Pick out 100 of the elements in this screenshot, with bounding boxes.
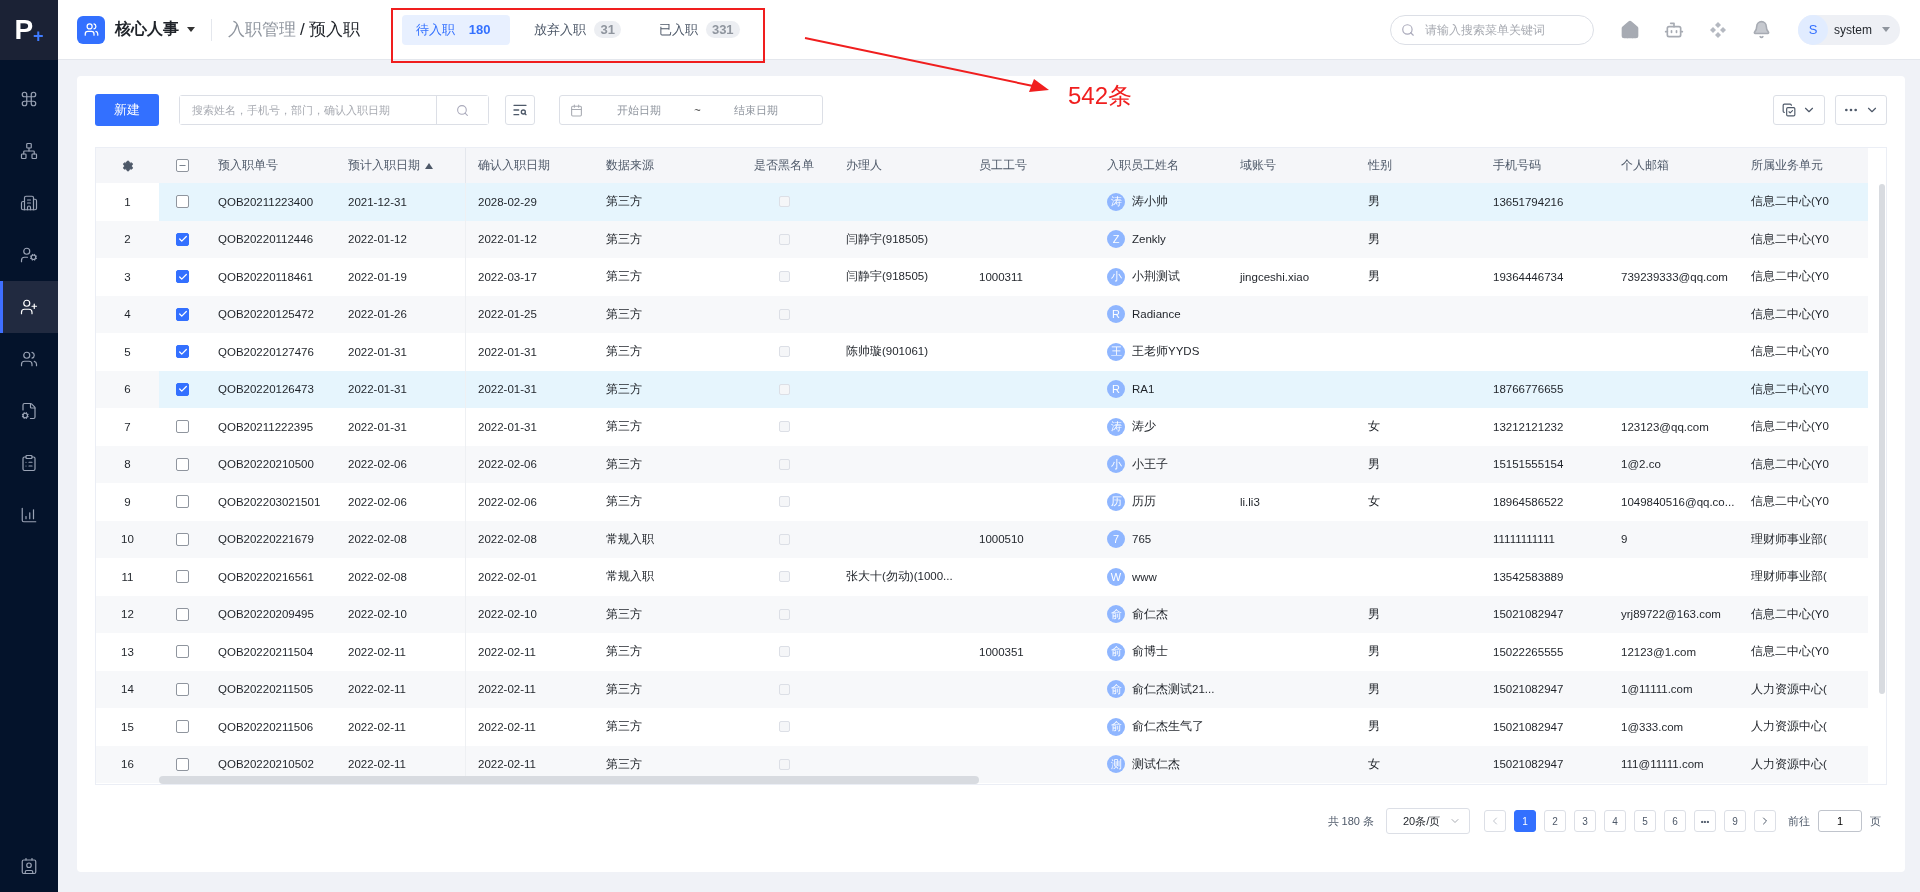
settings-icon[interactable] <box>121 159 134 172</box>
row-checkbox[interactable] <box>176 495 189 509</box>
start-date-placeholder: 开始日期 <box>615 102 662 118</box>
column-header[interactable]: 是否黑名单 <box>734 148 834 183</box>
table-row[interactable]: 4 QOB20220125472 2022-01-26 2022-01-25 第三方 R Radiance 信息二中心(Y0 <box>96 295 1868 333</box>
table-row[interactable]: 6 QOB20220126473 2022-01-31 2022-01-31 第三方 R RA1 18766776655 信息二中心(Y0 <box>96 370 1868 408</box>
app-icon[interactable] <box>77 15 105 44</box>
page-button[interactable]: 9 <box>1724 810 1746 832</box>
page-button[interactable]: 1 <box>1514 810 1536 832</box>
table-cell: 739239333@qq.com <box>1621 270 1728 283</box>
bell-icon[interactable] <box>1752 20 1772 39</box>
row-checkbox[interactable] <box>176 382 189 396</box>
page-button[interactable]: 6 <box>1664 810 1686 832</box>
goto-page-field[interactable]: 1 <box>1818 810 1862 832</box>
page-button[interactable]: 4 <box>1604 810 1626 832</box>
table-cell: 1@11111.com <box>1621 683 1693 696</box>
row-checkbox[interactable] <box>176 270 189 284</box>
table-cell: 9 <box>1621 533 1628 546</box>
table-cell: 第三方 <box>606 756 642 772</box>
page-button[interactable]: 3 <box>1574 810 1596 832</box>
date-range-field[interactable]: 开始日期 ~ 结束日期 <box>559 95 823 125</box>
avatar: W <box>1107 567 1125 586</box>
table-row[interactable]: 1 QOB20211223400 2021-12-31 2028-02-29 第三方 涛 涛小帅 男 13651794216 信息二中心(Y0 <box>96 183 1868 221</box>
column-header[interactable]: 办理人 <box>834 148 967 183</box>
column-header[interactable]: 手机号码 <box>1481 148 1609 183</box>
sidebar-item[interactable] <box>0 281 58 333</box>
row-checkbox[interactable] <box>176 682 189 696</box>
filter-button[interactable] <box>505 95 535 125</box>
table-cell: www <box>1132 570 1157 583</box>
table-cell: 2022-01-31 <box>348 420 407 433</box>
row-checkbox[interactable] <box>176 345 189 359</box>
menu-search-input[interactable]: 请输入搜索菜单关键词 <box>1423 21 1583 38</box>
column-header[interactable]: 数据来源 <box>594 148 734 183</box>
column-header[interactable]: 员工工号 <box>967 148 1095 183</box>
status-tab[interactable]: 放弃入职 31 <box>520 14 635 45</box>
table-cell: 第三方 <box>606 269 642 285</box>
caret-icon[interactable] <box>187 27 195 32</box>
row-checkbox[interactable] <box>176 195 189 209</box>
row-checkbox[interactable] <box>176 607 189 621</box>
table-cell: 男 <box>1368 644 1380 660</box>
table-row[interactable]: 10 QOB20220221679 2022-02-08 2022-02-08 常规入职 1000510 7 765 11111111111 9 理财师事业部( <box>96 520 1868 558</box>
tab-count: 31 <box>594 21 621 38</box>
page-size-select[interactable]: 20条/页 <box>1386 808 1470 834</box>
table-row[interactable]: 14 QOB20220211505 2022-02-11 2022-02-11 第三方 俞 俞仁杰测试21... 男 15021082947 1@11111.com 人力资源中心( <box>96 670 1868 708</box>
table-cell: 1@2.co <box>1621 458 1661 471</box>
column-header[interactable]: 域账号 <box>1228 148 1356 183</box>
screen-user-icon[interactable] <box>20 857 38 875</box>
avatar: 小 <box>1107 267 1125 286</box>
status-tab[interactable]: 待入职 180 <box>401 14 511 45</box>
next-page-button[interactable] <box>1754 810 1776 832</box>
page-button[interactable]: 2 <box>1544 810 1566 832</box>
row-checkbox[interactable] <box>176 720 189 734</box>
table-cell: 信息二中心(Y0 <box>1751 456 1829 472</box>
table-cell: 第三方 <box>606 456 642 472</box>
table-cell: jingceshi.xiao <box>1240 270 1310 283</box>
row-checkbox[interactable] <box>176 645 189 659</box>
table-cell: 2022-02-11 <box>478 645 536 658</box>
table-row[interactable]: 12 QOB20220209495 2022-02-10 2022-02-10 第三方 俞 俞仁杰 男 15021082947 yrj89722@163.com 信息二中心(Y0 <box>96 595 1868 633</box>
table-row[interactable]: 2 QOB20220112446 2022-01-12 2022-01-12 第三方 闫静宇(918505) Z Zenkly 男 信息二中心(Y0 <box>96 220 1868 258</box>
select-all-checkbox[interactable] <box>176 159 189 172</box>
diamond-cluster-icon[interactable] <box>1709 20 1727 39</box>
column-header[interactable]: 个人邮箱 <box>1609 148 1739 183</box>
column-header[interactable]: 入职员工姓名 <box>1095 148 1228 183</box>
row-checkbox[interactable] <box>176 757 189 771</box>
row-checkbox[interactable] <box>176 532 189 546</box>
column-header[interactable]: 预入职单号 <box>206 148 336 183</box>
row-checkbox[interactable] <box>176 457 189 471</box>
table-cell: 理财师事业部( <box>1751 569 1827 585</box>
breadcrumb-item: 预入职 <box>308 19 360 41</box>
column-header[interactable]: 所属业务单元 <box>1739 148 1847 183</box>
sort-ascending-icon[interactable] <box>425 162 433 169</box>
column-header[interactable]: 确认入职日期 <box>466 148 594 183</box>
home-icon[interactable] <box>1620 19 1640 40</box>
more-pages-button[interactable]: ••• <box>1694 810 1716 832</box>
table-cell: 张大十(勿动)(1000... <box>846 569 953 585</box>
row-checkbox[interactable] <box>176 420 189 434</box>
new-button[interactable]: 新建 <box>95 94 159 126</box>
table-cell: 第三方 <box>606 306 642 322</box>
search-icon <box>1401 22 1415 37</box>
row-checkbox[interactable] <box>176 570 189 584</box>
row-checkbox[interactable] <box>176 232 189 246</box>
table-cell: 人力资源中心( <box>1751 719 1827 735</box>
horizontal-scrollbar[interactable] <box>159 776 979 784</box>
column-header[interactable]: 性别 <box>1356 148 1481 183</box>
table-row[interactable]: 8 QOB20220210500 2022-02-06 2022-02-06 第三方 小 小王子 男 15151555154 1@2.co 信息二中心(Y0 <box>96 445 1868 483</box>
status-tab[interactable]: 已入职 331 <box>644 14 754 45</box>
vertical-scrollbar[interactable] <box>1879 184 1885 694</box>
table-cell: 2022-01-31 <box>348 383 407 396</box>
org-chart-icon <box>20 142 38 160</box>
search-field[interactable]: 搜索姓名，手机号，部门，确认入职日期 <box>179 95 489 125</box>
table-cell: 12123@1.com <box>1621 645 1696 658</box>
table-cell: QOB20220211506 <box>218 720 314 733</box>
list-search-icon <box>512 102 528 118</box>
app-name[interactable]: 核心人事 <box>115 19 179 40</box>
page-button[interactable]: 5 <box>1634 810 1656 832</box>
row-checkbox[interactable] <box>176 307 189 321</box>
table-cell: 信息二中心(Y0 <box>1751 419 1829 435</box>
batch-dropdown-button[interactable] <box>1773 95 1825 125</box>
avatar: 小 <box>1107 455 1125 474</box>
user-menu[interactable]: S system <box>1798 14 1900 45</box>
